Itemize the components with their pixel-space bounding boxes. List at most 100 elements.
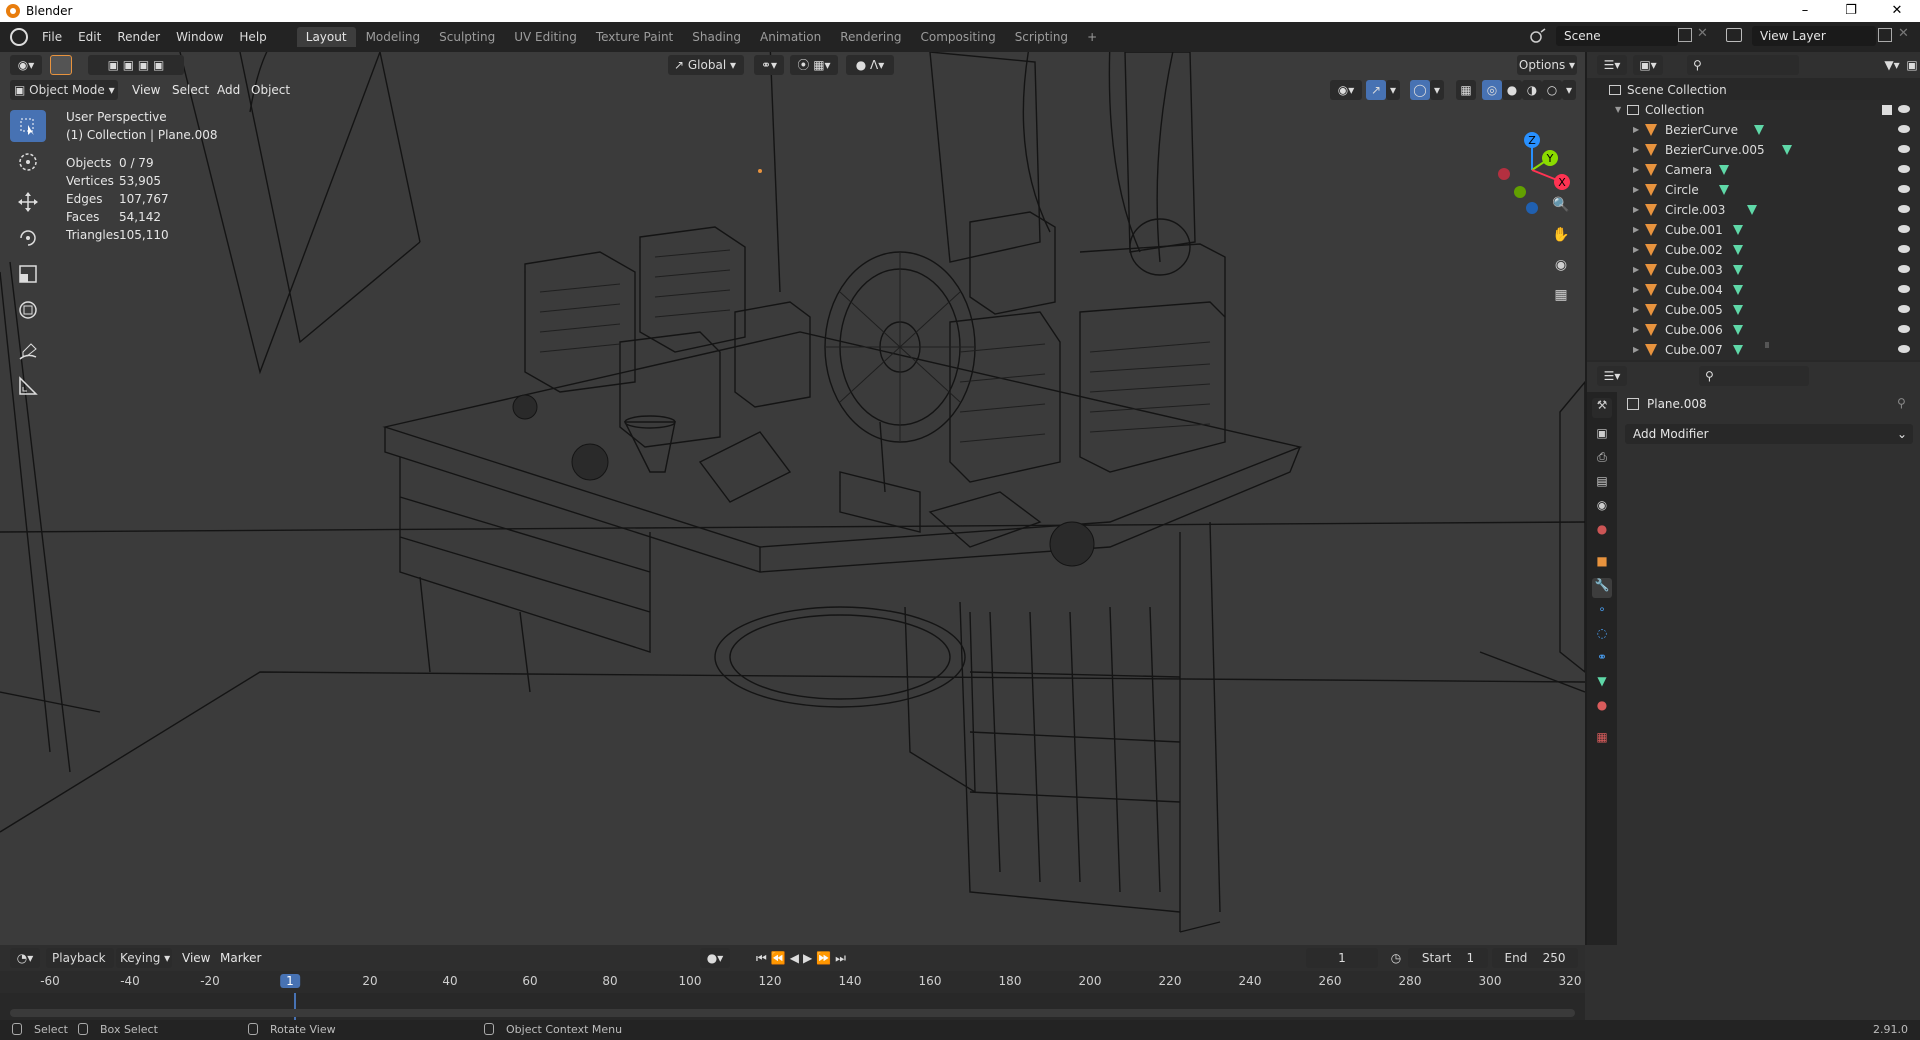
menu-select[interactable]: Select — [172, 83, 209, 97]
timeline-marker-menu[interactable]: Marker — [220, 951, 261, 965]
outliner-item[interactable]: ▶ Circle.003 — [1587, 200, 1920, 220]
expand-triangle-icon[interactable]: ▶ — [1633, 160, 1639, 180]
tab-uv-editing[interactable]: UV Editing — [505, 27, 586, 47]
timeline-ruler[interactable]: -60 -40 -20 1 20 40 60 80 100 120 140 160 180 200 220 2… — [0, 971, 1585, 993]
expand-triangle-icon[interactable]: ▶ — [1633, 320, 1639, 340]
object-tab-icon[interactable]: ■ — [1592, 554, 1612, 574]
tab-shading[interactable]: Shading — [683, 27, 750, 47]
tab-sculpting[interactable]: Sculpting — [430, 27, 504, 47]
rotate-tool[interactable] — [10, 222, 46, 254]
scale-tool[interactable] — [10, 258, 46, 290]
mesh-data-icon[interactable] — [1719, 185, 1729, 195]
outliner-item[interactable]: ▶ Camera — [1587, 160, 1920, 180]
expand-triangle-icon[interactable]: ▶ — [1633, 300, 1639, 320]
delete-scene-icon[interactable]: ✕ — [1697, 26, 1708, 41]
mesh-data-icon[interactable] — [1733, 225, 1743, 235]
neg-x-axis-handle[interactable] — [1498, 168, 1510, 180]
eye-icon[interactable] — [1898, 325, 1910, 333]
collection-checkbox[interactable] — [1882, 105, 1892, 115]
outliner-item[interactable]: ▶ Circle — [1587, 180, 1920, 200]
menu-object[interactable]: Object — [251, 83, 290, 97]
minimize-button[interactable]: – — [1782, 0, 1828, 22]
expand-triangle-icon[interactable]: ▶ — [1633, 260, 1639, 280]
outliner-item[interactable]: ▶ BezierCurve — [1587, 120, 1920, 140]
texture-tab-icon[interactable]: ▦ — [1592, 730, 1612, 750]
physics-tab-icon[interactable]: ◌ — [1592, 626, 1612, 646]
select-box-mode-icon[interactable] — [50, 55, 72, 75]
outliner-item[interactable]: ▶ Cube.007 — [1587, 340, 1920, 360]
mode-dropdown[interactable]: ▣ Object Mode ▾ — [10, 80, 118, 100]
material-shading-icon[interactable]: ◑ — [1522, 80, 1542, 100]
menu-help[interactable]: Help — [231, 30, 274, 44]
outliner-search-input[interactable]: ⚲ — [1687, 55, 1799, 75]
render-tab-icon[interactable]: ▣ — [1592, 426, 1612, 446]
outliner-item[interactable]: ▶ Cube.003 — [1587, 260, 1920, 280]
measure-tool[interactable] — [10, 370, 46, 402]
menu-file[interactable]: File — [34, 30, 70, 44]
properties-search-input[interactable]: ⚲ — [1699, 366, 1809, 386]
tool-tab-icon[interactable]: ⚒ — [1592, 398, 1612, 418]
tab-modeling[interactable]: Modeling — [357, 27, 430, 47]
start-frame-field[interactable]: Start 1 — [1408, 948, 1488, 968]
neg-y-axis-handle[interactable] — [1514, 186, 1526, 198]
transform-tool[interactable] — [10, 294, 46, 326]
pivot-point-icon[interactable]: ⚭▾ — [754, 55, 784, 75]
keying-menu[interactable]: Keying ▾ — [116, 948, 172, 968]
move-tool[interactable] — [10, 186, 46, 218]
restore-button[interactable]: ❐ — [1828, 0, 1874, 22]
outliner-scrollbar[interactable] — [1765, 342, 1769, 348]
menu-view[interactable]: View — [132, 83, 160, 97]
expand-triangle-icon[interactable]: ▶ — [1633, 180, 1639, 200]
proportional-edit-icon[interactable]: ● Λ▾ — [846, 55, 894, 75]
3d-viewport[interactable]: ◉▾ ▣ ▣ ▣ ▣ ↗ Global ▾ ⚭▾ ⦿ ▦▾ ● Λ▾ Optio… — [0, 52, 1585, 945]
expand-triangle-icon[interactable]: ▶ — [1633, 120, 1639, 140]
timeline-view-menu[interactable]: View — [182, 951, 210, 965]
select-mode-buttons[interactable]: ▣ ▣ ▣ ▣ — [88, 55, 184, 75]
solid-shading-icon[interactable]: ● — [1502, 80, 1522, 100]
editor-type-button[interactable]: ◉▾ — [10, 55, 42, 75]
properties-editor-type-icon[interactable]: ☰▾ — [1597, 366, 1627, 386]
eye-icon[interactable] — [1898, 345, 1910, 353]
expand-triangle-icon[interactable]: ▶ — [1633, 280, 1639, 300]
mesh-data-icon[interactable] — [1733, 305, 1743, 315]
pan-hand-icon[interactable]: ✋ — [1548, 222, 1574, 248]
wireframe-shading-icon[interactable]: ◎ — [1482, 80, 1502, 100]
scene-selector-icon[interactable] — [1528, 26, 1548, 46]
outliner-item[interactable]: ▶ Cube.002 — [1587, 240, 1920, 260]
scene-tab-icon[interactable]: ◉ — [1592, 498, 1612, 518]
camera-view-icon[interactable]: ◉ — [1548, 252, 1574, 278]
transform-orientation-dropdown[interactable]: ↗ Global ▾ — [668, 55, 744, 75]
outliner-item[interactable]: ▶ BezierCurve.005 — [1587, 140, 1920, 160]
new-scene-icon[interactable] — [1678, 28, 1692, 42]
mesh-data-icon[interactable] — [1782, 145, 1792, 155]
add-modifier-dropdown[interactable]: Add Modifier ⌄ — [1625, 424, 1913, 444]
current-frame-field[interactable]: 1 — [1306, 948, 1378, 968]
mesh-data-icon[interactable] — [1733, 285, 1743, 295]
expand-triangle-icon[interactable]: ▶ — [1633, 240, 1639, 260]
eye-icon[interactable] — [1898, 245, 1910, 253]
display-mode-icon[interactable]: ▣▾ — [1633, 55, 1663, 75]
eye-icon[interactable] — [1898, 105, 1910, 113]
auto-keying-icon[interactable]: ●▾ — [700, 948, 730, 968]
expand-triangle-icon[interactable]: ▶ — [1633, 200, 1639, 220]
xray-toggle-icon[interactable]: ▦ — [1456, 80, 1476, 100]
modifier-tab-icon[interactable]: 🔧 — [1592, 578, 1612, 598]
eye-icon[interactable] — [1898, 125, 1910, 133]
material-tab-icon[interactable]: ● — [1592, 698, 1612, 718]
eye-icon[interactable] — [1898, 265, 1910, 273]
filter-icon[interactable]: ▼▾ — [1877, 55, 1907, 75]
particles-tab-icon[interactable]: ∘ — [1592, 602, 1612, 622]
expand-triangle-icon[interactable]: ▶ — [1633, 340, 1639, 360]
new-view-layer-icon[interactable] — [1878, 28, 1892, 42]
select-box-tool[interactable] — [10, 110, 46, 142]
tab-rendering[interactable]: Rendering — [831, 27, 910, 47]
playback-controls[interactable]: ⏮⏪◀▶⏩⏭ — [744, 948, 862, 968]
scene-collection-row[interactable]: Scene Collection — [1587, 80, 1920, 100]
view-layer-field[interactable]: View Layer — [1752, 26, 1876, 46]
tab-layout[interactable]: Layout — [296, 27, 356, 47]
outliner-item[interactable]: ▶ Cube.001 — [1587, 220, 1920, 240]
perspective-toggle-icon[interactable]: ▦ — [1548, 282, 1574, 308]
eye-icon[interactable] — [1898, 145, 1910, 153]
world-tab-icon[interactable]: ● — [1592, 522, 1612, 542]
camera-data-icon[interactable] — [1719, 165, 1729, 175]
